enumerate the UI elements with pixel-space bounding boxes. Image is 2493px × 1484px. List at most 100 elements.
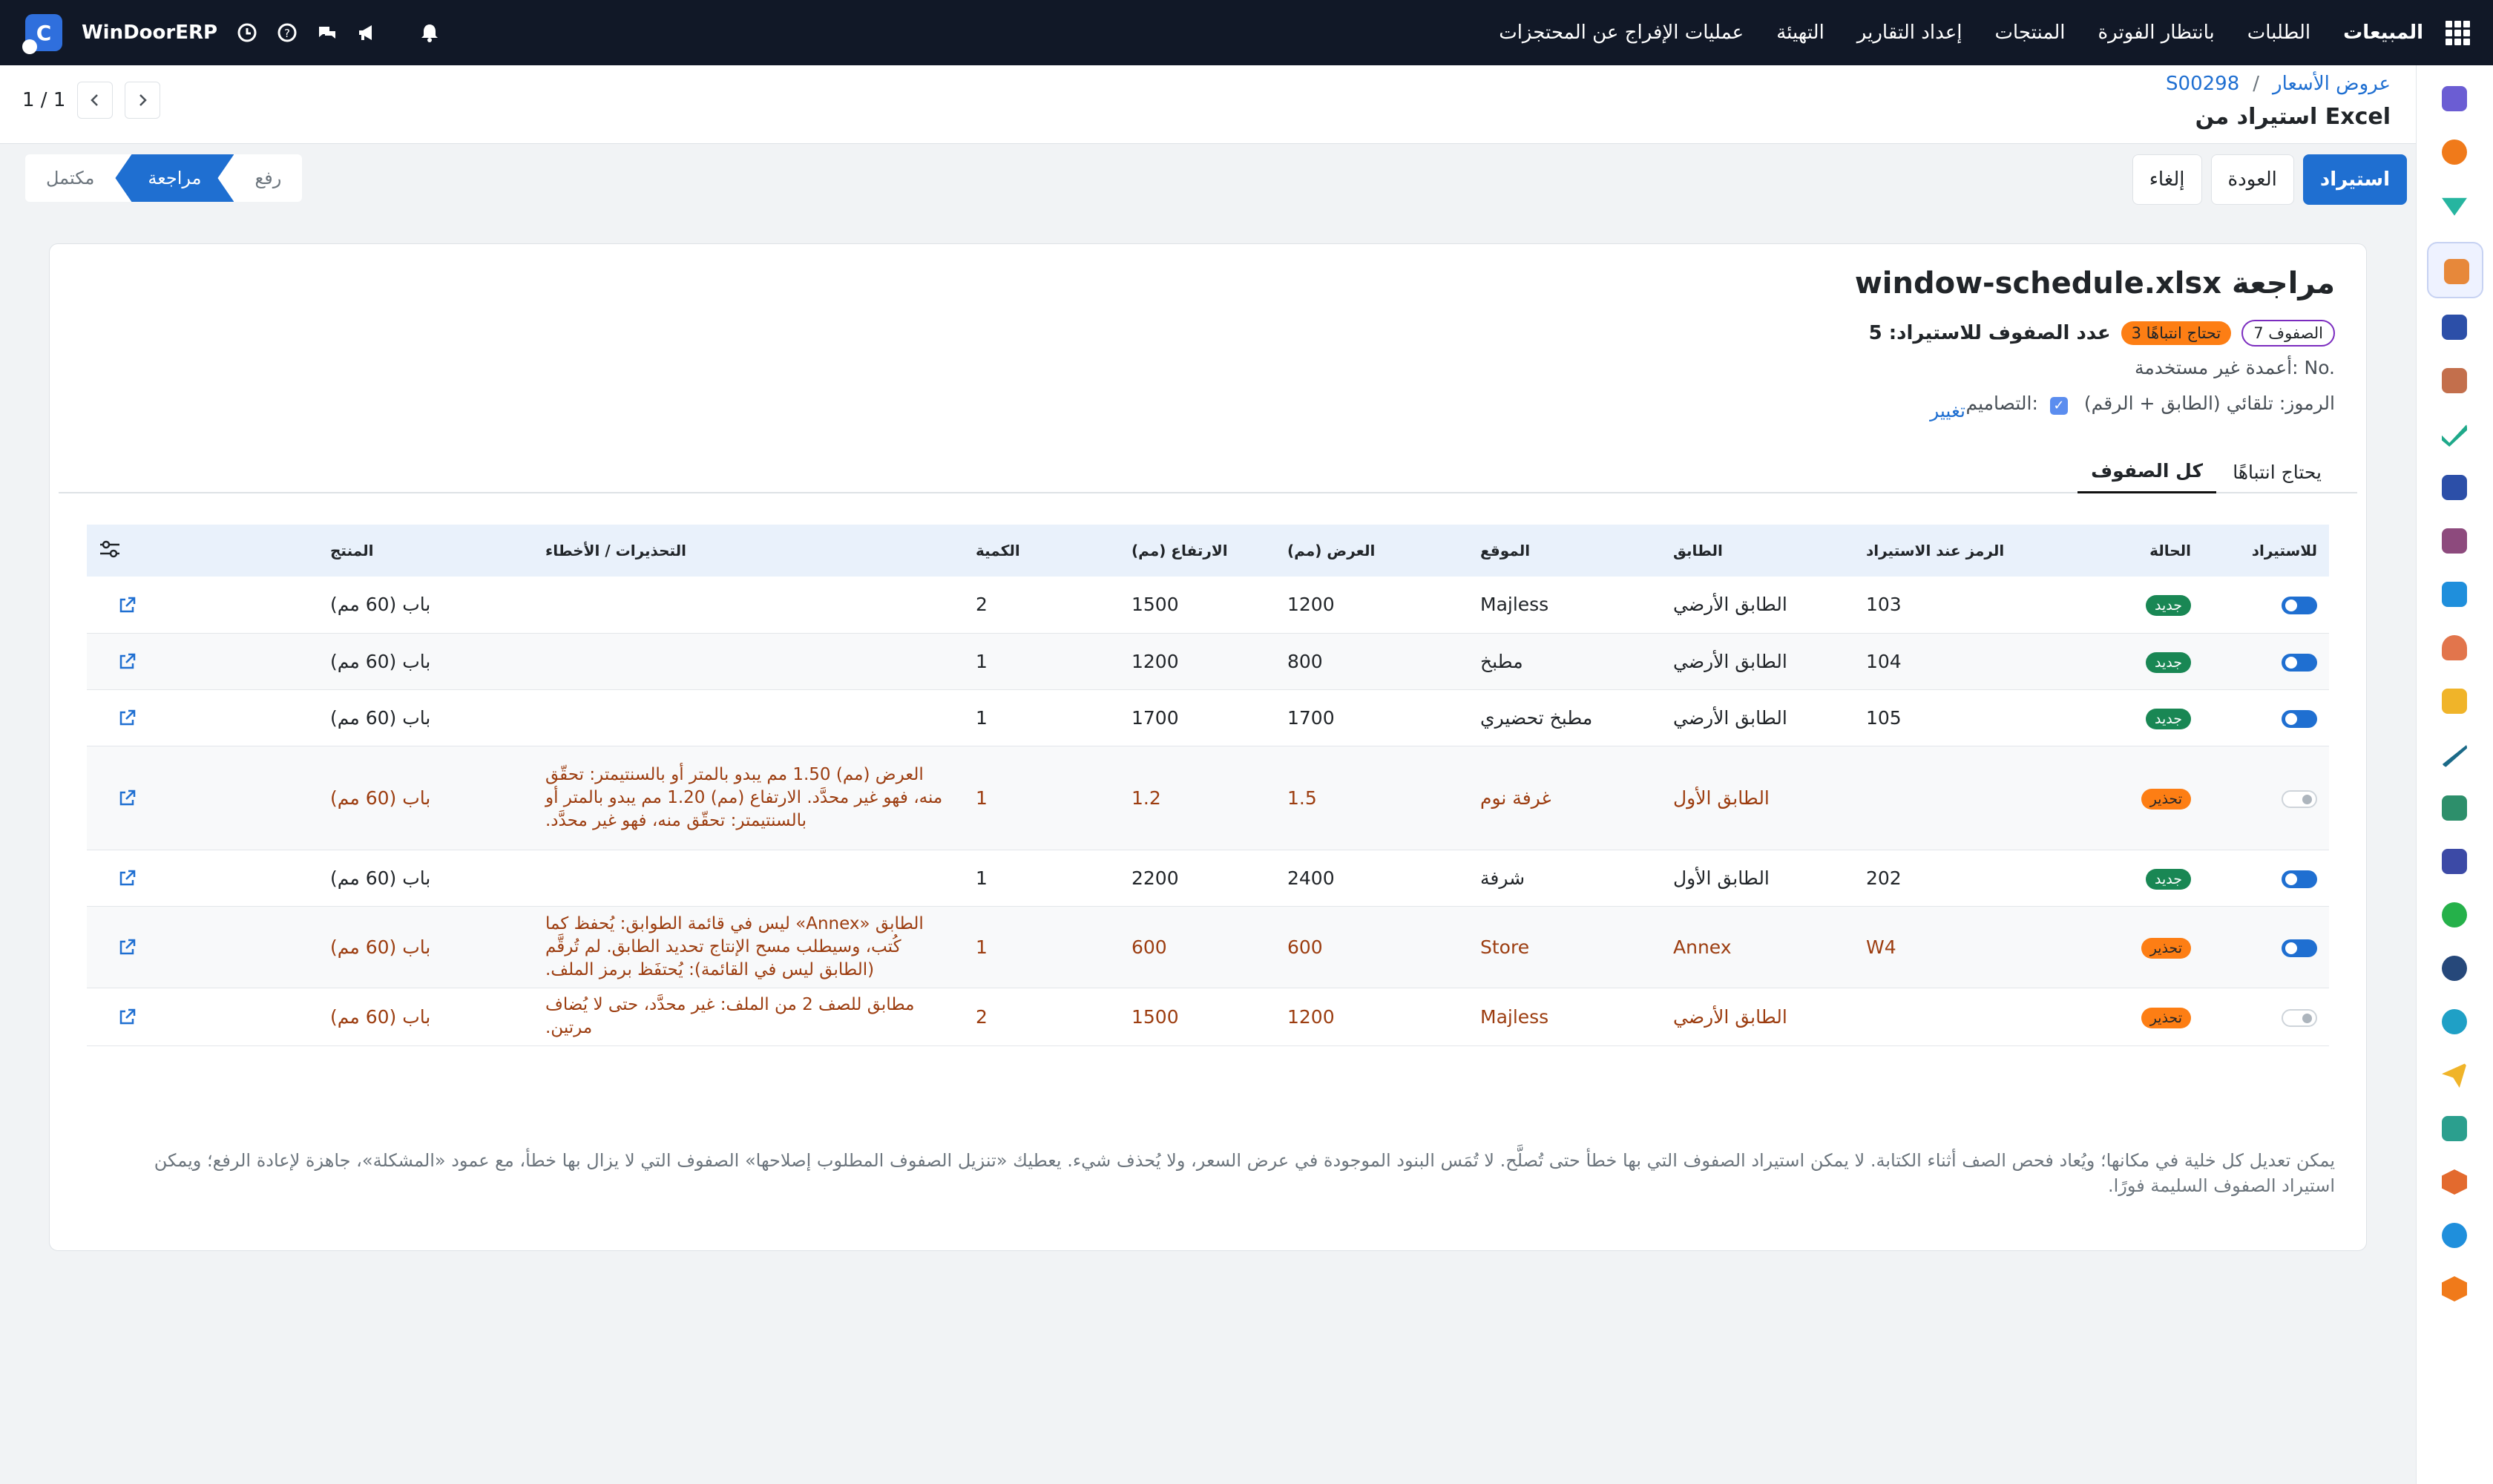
app-knowledge-icon[interactable]: [2437, 470, 2471, 505]
height-cell[interactable]: 1500: [1120, 988, 1275, 1045]
qty-cell[interactable]: 2: [964, 988, 1120, 1045]
floor-cell[interactable]: الطابق الأرضي: [1661, 633, 1854, 689]
app-timesheet-icon[interactable]: [2437, 951, 2471, 985]
table-row[interactable]: تحذير الطابق الأرضي Majless 1200 1500 2 …: [87, 988, 2329, 1045]
cancel-button[interactable]: إلغاء: [2132, 154, 2202, 205]
app-recruitment-icon[interactable]: [2437, 791, 2471, 825]
app-documents-icon[interactable]: [2437, 310, 2471, 344]
help-icon[interactable]: ?: [277, 22, 298, 43]
width-cell[interactable]: 1700: [1275, 689, 1468, 746]
col-height[interactable]: الارتفاع (مم): [1120, 525, 1275, 577]
code-cell[interactable]: 104: [1854, 633, 2047, 689]
product-cell[interactable]: باب (60 مم): [318, 906, 533, 988]
location-cell[interactable]: Majless: [1468, 577, 1661, 633]
bell-icon[interactable]: [419, 22, 440, 43]
breadcrumb-record-link[interactable]: S00298: [2166, 73, 2239, 95]
table-row[interactable]: جديد 105 الطابق الأرضي مطبخ تحضيري 1700 …: [87, 689, 2329, 746]
product-cell[interactable]: باب (60 مم): [318, 746, 533, 850]
app-check-icon[interactable]: [2437, 188, 2471, 223]
import-toggle[interactable]: [2203, 689, 2329, 746]
chat-icon[interactable]: [317, 22, 338, 43]
megaphone-icon[interactable]: [357, 22, 378, 43]
qty-cell[interactable]: 1: [964, 633, 1120, 689]
code-cell[interactable]: W4: [1854, 906, 2047, 988]
location-cell[interactable]: Store: [1468, 906, 1661, 988]
app-telegram-icon[interactable]: [2437, 1058, 2471, 1092]
col-import[interactable]: للاستيراد: [2203, 525, 2329, 577]
product-cell[interactable]: باب (60 مم): [318, 988, 533, 1045]
product-cell[interactable]: باب (60 مم): [318, 577, 533, 633]
height-cell[interactable]: 2200: [1120, 850, 1275, 906]
app-sign-icon[interactable]: [2437, 738, 2471, 772]
menu-orders[interactable]: الطلبات: [2247, 22, 2310, 44]
height-cell[interactable]: 1500: [1120, 577, 1275, 633]
app-helpdesk-icon[interactable]: [2437, 1165, 2471, 1199]
table-row[interactable]: جديد 103 الطابق الأرضي Majless 1200 1500…: [87, 577, 2329, 633]
tab-needs-attention[interactable]: يحتاج انتباهًا: [2219, 450, 2335, 493]
floor-cell[interactable]: الطابق الأول: [1661, 746, 1854, 850]
col-code[interactable]: الرمز عند الاستيراد: [1854, 525, 2047, 577]
back-button[interactable]: العودة: [2210, 154, 2294, 205]
code-cell[interactable]: 103: [1854, 577, 2047, 633]
qty-cell[interactable]: 1: [964, 689, 1120, 746]
location-cell[interactable]: غرفة نوم: [1468, 746, 1661, 850]
floor-cell[interactable]: الطابق الأرضي: [1661, 988, 1854, 1045]
external-link-icon[interactable]: [116, 937, 137, 958]
app-inventory-icon[interactable]: [2437, 524, 2471, 558]
app-contacts-icon[interactable]: [2437, 364, 2471, 398]
product-cell[interactable]: باب (60 مم): [318, 633, 533, 689]
code-cell[interactable]: 105: [1854, 689, 2047, 746]
width-cell[interactable]: 800: [1275, 633, 1468, 689]
width-cell[interactable]: 2400: [1275, 850, 1468, 906]
height-cell[interactable]: 600: [1120, 906, 1275, 988]
height-cell[interactable]: 1700: [1120, 689, 1275, 746]
app-whatsapp-icon[interactable]: [2437, 898, 2471, 932]
product-cell[interactable]: باب (60 مم): [318, 850, 533, 906]
qty-cell[interactable]: 1: [964, 906, 1120, 988]
col-product[interactable]: المنتج: [318, 525, 533, 577]
menu-reporting[interactable]: إعداد التقارير: [1857, 22, 1962, 44]
col-warnings[interactable]: التحذيرات / الأخطاء: [533, 525, 964, 577]
app-planning-icon[interactable]: [2437, 1218, 2471, 1252]
app-settings-icon[interactable]: [2437, 1272, 2471, 1306]
qty-cell[interactable]: 1: [964, 850, 1120, 906]
column-settings-icon[interactable]: [99, 539, 121, 559]
height-cell[interactable]: 1.2: [1120, 746, 1275, 850]
menu-sales[interactable]: المبيعات: [2343, 22, 2423, 44]
location-cell[interactable]: مطبخ تحضيري: [1468, 689, 1661, 746]
apps-grid-icon[interactable]: [2443, 18, 2472, 47]
app-sales-icon[interactable]: [2427, 242, 2483, 298]
table-row[interactable]: جديد 202 الطابق الأول شرفة 2400 2200 1 ب…: [87, 850, 2329, 906]
code-cell[interactable]: 202: [1854, 850, 2047, 906]
app-discuss-icon[interactable]: [2437, 135, 2471, 169]
width-cell[interactable]: 600: [1275, 906, 1468, 988]
external-link-icon[interactable]: [116, 708, 137, 729]
company-logo[interactable]: C: [22, 14, 62, 54]
import-toggle[interactable]: [2203, 577, 2329, 633]
import-button[interactable]: استيراد: [2302, 154, 2407, 205]
import-toggle[interactable]: [2203, 850, 2329, 906]
table-row[interactable]: تحذير W4 Annex Store 600 600 1 الطابق «A…: [87, 906, 2329, 988]
code-cell[interactable]: [1854, 746, 2047, 850]
app-board-icon[interactable]: [2437, 1112, 2471, 1146]
location-cell[interactable]: Majless: [1468, 988, 1661, 1045]
app-invoicing-icon[interactable]: [2437, 577, 2471, 611]
menu-retention-releases[interactable]: عمليات الإفراج عن المحتجزات: [1499, 22, 1744, 44]
width-cell[interactable]: 1200: [1275, 577, 1468, 633]
width-cell[interactable]: 1.5: [1275, 746, 1468, 850]
menu-to-invoice[interactable]: بانتظار الفوترة: [2098, 22, 2215, 44]
external-link-icon[interactable]: [116, 651, 137, 672]
width-cell[interactable]: 1200: [1275, 988, 1468, 1045]
code-cell[interactable]: [1854, 988, 2047, 1045]
import-toggle[interactable]: [2203, 746, 2329, 850]
app-employees-icon[interactable]: [2437, 631, 2471, 665]
table-row[interactable]: تحذير الطابق الأول غرفة نوم 1.5 1.2 1 ال…: [87, 746, 2329, 850]
external-link-icon[interactable]: [116, 868, 137, 889]
location-cell[interactable]: مطبخ: [1468, 633, 1661, 689]
floor-cell[interactable]: الطابق الأرضي: [1661, 689, 1854, 746]
product-cell[interactable]: باب (60 مم): [318, 689, 533, 746]
external-link-icon[interactable]: [116, 1007, 137, 1028]
app-dashboard-icon[interactable]: [2437, 844, 2471, 879]
import-toggle[interactable]: [2203, 988, 2329, 1045]
height-cell[interactable]: 1200: [1120, 633, 1275, 689]
